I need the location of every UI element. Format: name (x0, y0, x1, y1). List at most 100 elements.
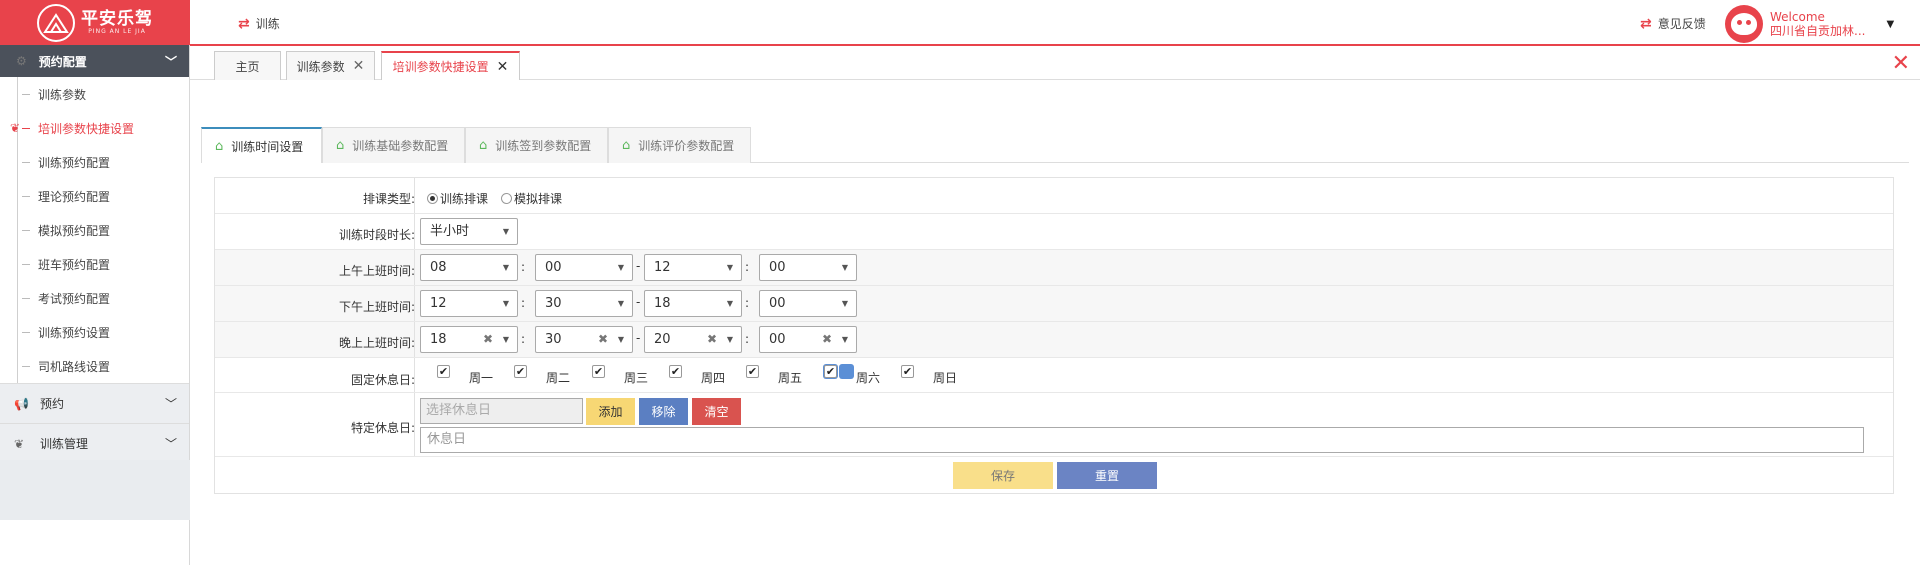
morning-end-minute-select[interactable]: 00 ▼ (759, 254, 857, 281)
evening-start-hour-select[interactable]: 18 ✖ ▼ (420, 326, 518, 353)
clear-icon[interactable]: ✖ (483, 327, 493, 352)
reset-button[interactable]: 重置 (1057, 462, 1157, 489)
sidebar-item-training-booking[interactable]: 训练预约配置 (0, 145, 189, 179)
tab-basic-params[interactable]: ⌂ 训练基础参数配置 (322, 127, 465, 163)
radio-button[interactable] (501, 193, 512, 204)
caret-down-icon: ▼ (617, 263, 624, 272)
tab-home[interactable]: 主页 (214, 51, 281, 80)
evening-end-minute-select[interactable]: 00 ✖ ▼ (759, 326, 857, 353)
clear-icon[interactable]: ✖ (822, 327, 832, 352)
module-switch[interactable]: ⇄ 训练 (238, 15, 280, 32)
sidebar-group-training-mgmt[interactable]: ❦ 训练管理 ﹀ (0, 423, 189, 463)
sidebar-item-label: 司机路线设置 (38, 359, 111, 374)
afternoon-start-minute-select[interactable]: 30 ▼ (535, 290, 633, 317)
rest-days-input[interactable]: 休息日 (420, 427, 1864, 453)
sidebar-item-label: 模拟预约配置 (38, 223, 111, 238)
morning-end-hour-select[interactable]: 12 ▼ (644, 254, 742, 281)
caret-down-icon: ▼ (841, 299, 848, 308)
caret-down-icon: ▼ (617, 299, 624, 308)
user-menu[interactable]: Welcome 四川省自贡加林... ▼ (1725, 5, 1894, 43)
tab-quick-settings[interactable]: 培训参数快捷设置 ✕ (381, 51, 520, 80)
sidebar-item-driver-routes[interactable]: 司机路线设置 (0, 349, 189, 383)
morning-start-minute-select[interactable]: 00 ▼ (535, 254, 633, 281)
sidebar-item-label: 训练预约设置 (38, 325, 111, 340)
clear-button[interactable]: 清空 (692, 398, 741, 425)
evening-end-hour-select[interactable]: 20 ✖ ▼ (644, 326, 742, 353)
swap-icon: ⇄ (238, 15, 250, 32)
sidebar-group-booking-config[interactable]: ⚙ 预约配置 ﹀ (0, 45, 189, 77)
tab-evaluation-params[interactable]: ⌂ 训练评价参数配置 (608, 127, 751, 163)
select-value: 12 (430, 296, 447, 311)
caret-down-icon: ▼ (502, 227, 509, 236)
logo-emblem-icon (37, 3, 75, 42)
clear-icon[interactable]: ✖ (707, 327, 717, 352)
checkbox-sun[interactable]: ✔ (901, 365, 914, 378)
leaf-icon: ❦ (14, 436, 25, 451)
evening-start-minute-select[interactable]: 30 ✖ ▼ (535, 326, 633, 353)
duration-select[interactable]: 半小时 ▼ (420, 218, 518, 245)
close-all-icon[interactable]: ✕ (1892, 51, 1910, 76)
sidebar-group-booking[interactable]: 📢 预约 ﹀ (0, 383, 189, 423)
sidebar-item-training-booking-settings[interactable]: 训练预约设置 (0, 315, 189, 349)
top-bar: ⇄ 训练 ⇄ 意见反馈 Welcome 四川省自贡加林... ▼ (190, 0, 1920, 46)
tab-checkin-params[interactable]: ⌂ 训练签到参数配置 (465, 127, 608, 163)
dash-separator: - (636, 295, 641, 309)
field-label: 特定休息日: (350, 421, 415, 435)
sidebar-item-theory-booking[interactable]: 理论预约配置 (0, 179, 189, 213)
day-label: 周日 (933, 371, 958, 385)
radio-training[interactable]: 训练排课 (427, 190, 488, 207)
feedback-link[interactable]: ⇄ 意见反馈 (1640, 15, 1706, 32)
gear-icon: ⚙ (16, 54, 27, 68)
caret-down-icon: ▼ (726, 263, 733, 272)
select-value: 00 (769, 296, 786, 311)
checkbox-sat[interactable]: ✔ (824, 365, 837, 378)
clear-icon[interactable]: ✖ (598, 327, 608, 352)
page-tab-bar: 主页 训练参数 ✕ 培训参数快捷设置 ✕ ✕ (190, 47, 1920, 80)
caret-down-icon: ▼ (726, 299, 733, 308)
close-icon[interactable]: ✕ (497, 59, 509, 75)
afternoon-end-hour-select[interactable]: 18 ▼ (644, 290, 742, 317)
caret-down-icon: ▼ (617, 335, 624, 344)
caret-down-icon: ▼ (841, 263, 848, 272)
chevron-down-icon: ﹀ (164, 54, 177, 69)
select-value: 18 (654, 296, 671, 311)
sidebar-item-quick-settings[interactable]: ❦ 培训参数快捷设置 (0, 111, 189, 145)
tab-label: 培训参数快捷设置 (392, 60, 489, 74)
day-label: 周五 (778, 371, 803, 385)
sidebar-group-label: 训练管理 (40, 437, 89, 451)
morning-start-hour-select[interactable]: 08 ▼ (420, 254, 518, 281)
sidebar-item-shuttle-booking[interactable]: 班车预约配置 (0, 247, 189, 281)
tab-training-params[interactable]: 训练参数 ✕ (286, 51, 375, 80)
select-value: 00 (769, 260, 786, 275)
sidebar-item-simulation-booking[interactable]: 模拟预约配置 (0, 213, 189, 247)
field-label: 训练时段时长: (338, 228, 415, 242)
checkbox-fri[interactable]: ✔ (746, 365, 759, 378)
caret-down-icon[interactable]: ▼ (1886, 19, 1894, 30)
afternoon-start-hour-select[interactable]: 12 ▼ (420, 290, 518, 317)
afternoon-end-minute-select[interactable]: 00 ▼ (759, 290, 857, 317)
radio-simulation[interactable]: 模拟排课 (501, 190, 562, 207)
remove-button[interactable]: 移除 (639, 398, 688, 425)
swap-icon: ⇄ (1640, 15, 1652, 32)
checkbox-wed[interactable]: ✔ (592, 365, 605, 378)
caret-down-icon: ▼ (502, 263, 509, 272)
day-label: 周三 (624, 371, 649, 385)
user-org: 四川省自贡加林... (1770, 24, 1866, 38)
tab-time-settings[interactable]: ⌂ 训练时间设置 (201, 127, 322, 163)
checkbox-tue[interactable]: ✔ (514, 365, 527, 378)
checkbox-mon[interactable]: ✔ (437, 365, 450, 378)
radio-button[interactable] (427, 193, 438, 204)
save-button[interactable]: 保存 (953, 462, 1053, 489)
megaphone-icon: 📢 (14, 396, 29, 411)
caret-down-icon: ▼ (502, 299, 509, 308)
checkbox-thu[interactable]: ✔ (669, 365, 682, 378)
rest-date-picker[interactable]: 选择休息日 (420, 398, 583, 424)
sidebar-item-training-params[interactable]: 训练参数 (0, 77, 189, 111)
close-icon[interactable]: ✕ (353, 58, 365, 74)
field-label: 晚上上班时间: (338, 336, 415, 350)
colon-separator: : (521, 260, 526, 274)
select-value: 18 (430, 332, 447, 347)
add-button[interactable]: 添加 (586, 398, 635, 425)
tab-label: 训练评价参数配置 (638, 139, 735, 153)
sidebar-item-exam-booking[interactable]: 考试预约配置 (0, 281, 189, 315)
